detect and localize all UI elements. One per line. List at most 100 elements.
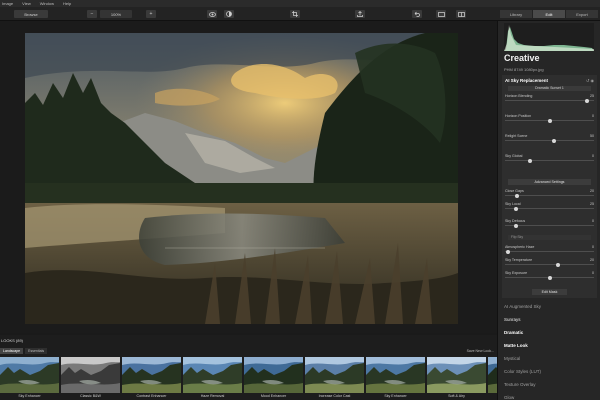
slider-label: Sky Global <box>505 154 523 158</box>
zoom-field[interactable]: 100% <box>100 10 132 18</box>
browse-label: Browse <box>24 11 38 17</box>
look-thumbnail[interactable]: Sky Enhancer <box>0 357 59 399</box>
file-name: PHM 8749 1080px.jpg <box>504 67 544 72</box>
split-view-icon <box>457 11 465 17</box>
slider[interactable]: Horizon Position 0 <box>505 114 594 124</box>
slider-handle[interactable] <box>513 223 518 228</box>
slider-label: Horizon Position <box>505 114 532 118</box>
preview-eye-button[interactable] <box>207 10 217 18</box>
look-thumbnail[interactable]: Soft & Airy <box>427 357 486 399</box>
slider[interactable]: Sky Local 25 <box>505 202 594 212</box>
section-title[interactable]: AI Sky Replacement <box>505 78 548 83</box>
slider-label: Atmospheric Haze <box>505 245 535 249</box>
thumbs-row: Sky Enhancer Classic B&W Contrast Enhancer… <box>0 357 547 399</box>
right-panel: Creative PHM 8749 1080px.jpg AI Sky Repl… <box>497 21 600 400</box>
slider[interactable]: Relight Scene 50 <box>505 134 594 144</box>
slider-value: 0 <box>592 154 594 158</box>
menu-item[interactable]: Window <box>40 1 54 6</box>
eye-icon <box>208 11 216 17</box>
reset-icon[interactable]: ↺ <box>586 78 589 83</box>
zoom-out-button[interactable]: − <box>87 10 97 18</box>
slider-handle[interactable] <box>527 158 532 163</box>
zoom-value: 100% <box>110 11 122 17</box>
look-thumbnail[interactable]: Sky Enhancer <box>366 357 425 399</box>
look-thumbnail[interactable]: Contrast Enhancer <box>122 357 181 399</box>
panel-section-header[interactable]: Mystical <box>504 356 520 361</box>
look-preview-image <box>366 357 425 393</box>
slider-handle[interactable] <box>514 193 519 198</box>
crop-icon <box>292 11 298 17</box>
slider-track[interactable] <box>505 100 594 101</box>
tab-library[interactable]: Library <box>500 10 532 18</box>
panel-section-header[interactable]: Matte Look <box>504 343 528 348</box>
slider-value: 25 <box>590 94 594 98</box>
tab-essentials[interactable]: Essentials <box>25 348 48 354</box>
save-look-button[interactable]: Save New Look... <box>467 349 494 353</box>
slider-label: Close Gaps <box>505 189 524 193</box>
tab-edit[interactable]: Edit <box>533 10 565 18</box>
panel-section-header[interactable]: AI Augmented Sky <box>504 304 541 309</box>
slider[interactable]: Sky Exposure 0 <box>505 271 594 281</box>
slider[interactable]: Close Gaps 20 <box>505 189 594 199</box>
slider[interactable]: Sky Defocus 0 <box>505 219 594 229</box>
slider-value: 20 <box>590 189 594 193</box>
slider-handle[interactable] <box>584 98 589 103</box>
slider-track[interactable] <box>505 140 594 141</box>
slider-handle[interactable] <box>556 262 561 267</box>
undo-button[interactable] <box>412 10 422 18</box>
slider-handle[interactable] <box>505 249 510 254</box>
panel-section-header[interactable]: Texture Overlay <box>504 382 536 387</box>
look-thumbnail[interactable]: Increase Color Cast <box>305 357 364 399</box>
compare-button[interactable] <box>224 10 234 18</box>
slider-track[interactable] <box>505 208 594 209</box>
slider[interactable]: Horizon Blending 25 <box>505 94 594 104</box>
slider-track[interactable] <box>505 251 594 252</box>
slider[interactable]: Sky Temperature 20 <box>505 258 594 268</box>
crop-button[interactable] <box>290 10 300 18</box>
look-label: Soft & Airy <box>427 393 486 399</box>
slider-handle[interactable] <box>551 138 556 143</box>
photo-canvas[interactable] <box>25 33 458 324</box>
look-preview-image <box>0 357 59 393</box>
zoom-in-button[interactable]: + <box>146 10 156 18</box>
slider-handle[interactable] <box>513 206 518 211</box>
slider-label: Relight Scene <box>505 134 528 138</box>
single-view-button[interactable] <box>436 10 446 18</box>
slider[interactable]: Atmospheric Haze 0 <box>505 245 594 255</box>
sky-replacement-section: AI Sky Replacement ↺ ◉ Dramatic Sunset 1… <box>502 75 597 298</box>
slider-handle[interactable] <box>547 275 552 280</box>
undo-icon <box>414 11 420 17</box>
look-thumbnail[interactable]: Classic B&W <box>61 357 120 399</box>
flip-sky-toggle[interactable]: Flip Sky <box>508 235 591 240</box>
canvas-area <box>0 21 497 333</box>
menu-item[interactable]: Image <box>2 1 13 6</box>
slider-value: 25 <box>590 202 594 206</box>
histogram <box>504 23 594 51</box>
panel-section-header[interactable]: Dramatic <box>504 330 523 335</box>
tab-export[interactable]: Export <box>566 10 598 18</box>
edit-mask-button[interactable]: Edit Mask <box>532 289 567 295</box>
slider-track[interactable] <box>505 225 594 226</box>
slider-track[interactable] <box>505 264 594 265</box>
look-preview-image <box>244 357 303 393</box>
slider-value: 0 <box>592 271 594 275</box>
export-button[interactable] <box>355 10 365 18</box>
slider-track[interactable] <box>505 160 594 161</box>
slider-handle[interactable] <box>547 118 552 123</box>
panel-section-header[interactable]: Color Styles (LUT) <box>504 369 541 374</box>
tab-landscape[interactable]: Landscape <box>0 348 24 354</box>
menu-item[interactable]: View <box>22 1 31 6</box>
split-view-button[interactable] <box>456 10 466 18</box>
menu-item[interactable]: Help <box>63 1 71 6</box>
slider[interactable]: Sky Global 0 <box>505 154 594 164</box>
panel-section-header[interactable]: Glow <box>504 395 514 400</box>
look-thumbnail[interactable]: Mood Enhancer <box>244 357 303 399</box>
look-label: Increase Color Cast <box>305 393 364 399</box>
looks-tabs: Landscape Essentials <box>0 348 48 354</box>
panel-section-header[interactable]: Sunrays <box>504 317 521 322</box>
advanced-settings-button[interactable]: Advanced Settings <box>508 179 591 185</box>
look-thumbnail[interactable]: Haze Removal <box>183 357 242 399</box>
visibility-icon[interactable]: ◉ <box>591 78 595 83</box>
browse-button[interactable]: Browse <box>14 10 48 18</box>
sky-select[interactable]: Dramatic Sunset 1 <box>508 86 591 91</box>
